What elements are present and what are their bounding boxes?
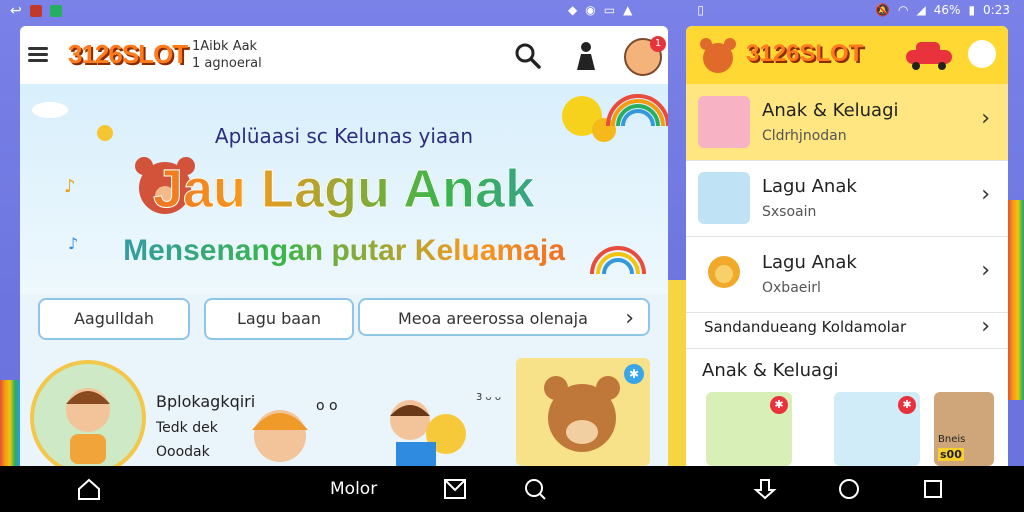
chip-more[interactable]: Meoa areerossa olenaja › — [358, 298, 650, 336]
recents-icon[interactable] — [920, 476, 946, 502]
cloud-icon — [32, 102, 68, 118]
rainbow-icon — [606, 94, 668, 126]
sparkle-badge: ✱ — [624, 364, 644, 384]
hero-banner: ♪ ♪ Aplüaasi sc Kelunas yiaan Jau Lagu A… — [20, 84, 668, 294]
user-icon[interactable] — [572, 40, 600, 72]
status-right: ▯ 🔕 ◠ ◢ 46% ▮ 0:23 — [697, 3, 1010, 17]
chip-aagulldah[interactable]: Aagulldah — [38, 298, 190, 340]
small-label: 3 ᴗ ᴗ — [476, 392, 501, 403]
notification-badge: 1 — [650, 36, 666, 52]
top-app-bar: 3126SLOT 1Aibk Aak 1 agnoeral 1 — [20, 26, 668, 84]
cell-icon: ◢ — [916, 3, 926, 17]
search-icon[interactable] — [522, 476, 548, 502]
alarm-icon: ◉ — [585, 3, 596, 17]
content-row: Bplokagkqiri Tedk dek Ooodak o o 3 ᴗ ᴗ ✱ — [20, 352, 668, 466]
mute-icon: 🔕 — [875, 3, 891, 17]
left-app-window: 3126SLOT 1Aibk Aak 1 agnoeral 1 Aplüaasi… — [20, 26, 668, 466]
sim-icon: ▯ — [697, 3, 704, 17]
rainbow-decoration — [0, 380, 20, 466]
chevron-right-icon: › — [625, 306, 634, 331]
rainbow-decoration — [1008, 200, 1024, 400]
hero-title: Jau Lagu Anak — [20, 158, 668, 220]
favorite-badge: ✱ — [770, 396, 788, 414]
thumbnail-card[interactable]: ✱ — [834, 392, 920, 466]
top-app-bar: 3126SLOT — [686, 26, 1008, 84]
chevron-right-icon: › — [981, 314, 990, 339]
home-icon[interactable] — [76, 476, 102, 502]
right-app-window: 3126SLOT Anak & Keluagi Cldrhjnodan › La… — [686, 26, 1008, 466]
location-icon: ◆ — [568, 3, 578, 17]
lion-thumbnail — [698, 248, 750, 300]
app-icon — [49, 5, 62, 17]
favorite-badge: ✱ — [898, 396, 916, 414]
status-left: ↩ — [10, 3, 62, 19]
mail-icon[interactable] — [442, 476, 468, 502]
home-circle-icon[interactable] — [836, 476, 862, 502]
item-title: Sandandueang Koldamolar — [704, 318, 907, 336]
app-logo: 3126SLOT — [746, 40, 864, 67]
status-bar: ↩ ◆ ◉ ▭ ▲ ▯ 🔕 ◠ ◢ 46% ▮ 0:23 — [0, 0, 1024, 22]
speech-dots: o o — [316, 398, 338, 414]
thumb-label: s00 — [938, 448, 964, 461]
thumb-label: Bneis — [938, 434, 966, 445]
back-icon[interactable] — [752, 476, 778, 502]
family-thumbnail — [698, 96, 750, 148]
kid-illustration — [252, 410, 308, 462]
kid-thumbnail — [698, 172, 750, 224]
header-subtitle: 1 agnoeral — [192, 56, 262, 71]
chip-label: Meoa areerossa olenaja — [398, 309, 588, 328]
item-title: Anak & Keluagi — [762, 100, 899, 121]
app-logo: 3126SLOT — [68, 39, 188, 69]
chevron-right-icon: › — [981, 258, 990, 283]
signal-icon: ▲ — [623, 3, 633, 17]
item-title: Lagu Anak — [762, 252, 857, 273]
chip-lagu-baan[interactable]: Lagu baan — [204, 298, 354, 340]
avatar[interactable]: 1 — [624, 36, 666, 76]
status-mid: ◆ ◉ ▭ ▲ — [568, 3, 632, 17]
kid-image[interactable] — [30, 360, 146, 466]
wifi-icon: ◠ — [898, 3, 909, 17]
bear-logo-icon — [700, 38, 736, 73]
thumbnail-card[interactable]: Bneis s00 — [934, 392, 994, 466]
list-item-lagu-anak[interactable]: Lagu Anak Oxbaeirl › — [686, 236, 1008, 313]
item-subtitle: Cldrhjnodan — [762, 128, 847, 144]
app-icon — [29, 5, 42, 17]
clock: 0:23 — [983, 3, 1010, 17]
list-item-lagu-anak[interactable]: Lagu Anak Sxsoain › — [686, 160, 1008, 237]
header-subtitle: 1Aibk Aak — [192, 39, 258, 54]
battery-icon: ▮ — [968, 3, 976, 17]
back-arrow-icon: ↩ — [10, 3, 22, 19]
battery-percent: 46% — [933, 3, 961, 17]
kid-card-line: Tedk dek — [156, 420, 218, 436]
yellow-deco — [668, 280, 686, 466]
nav-label[interactable]: Molor — [330, 479, 377, 499]
chevron-right-icon: › — [981, 182, 990, 207]
hero-subtitle: Aplüaasi sc Kelunas yiaan — [214, 124, 474, 148]
item-title: Lagu Anak — [762, 176, 857, 197]
kid-card-line: Ooodak — [156, 444, 210, 460]
menu-icon[interactable] — [28, 44, 48, 64]
chevron-right-icon: › — [981, 106, 990, 131]
section-heading: Anak & Keluagi — [702, 360, 839, 381]
hero-tagline: Mensenangan putar Keluamaja — [20, 234, 668, 268]
lion-icon — [708, 256, 740, 288]
car-icon[interactable] — [904, 40, 954, 70]
thumbnail-card[interactable]: ✱ — [706, 392, 792, 466]
bear-card[interactable]: ✱ — [516, 358, 650, 466]
kid-with-bear-illustration — [390, 400, 466, 466]
item-subtitle: Sxsoain — [762, 204, 817, 220]
item-subtitle: Oxbaeirl — [762, 280, 821, 296]
search-icon[interactable] — [514, 42, 542, 70]
kid-illustration — [66, 388, 110, 464]
battery-icon: ▭ — [603, 3, 616, 17]
navigation-bar: Molor — [0, 466, 1024, 512]
avatar[interactable] — [968, 40, 996, 68]
list-item-single[interactable]: Sandandueang Koldamolar › — [686, 312, 1008, 349]
list-item-anak-keluagi[interactable]: Anak & Keluagi Cldrhjnodan › — [686, 84, 1008, 161]
